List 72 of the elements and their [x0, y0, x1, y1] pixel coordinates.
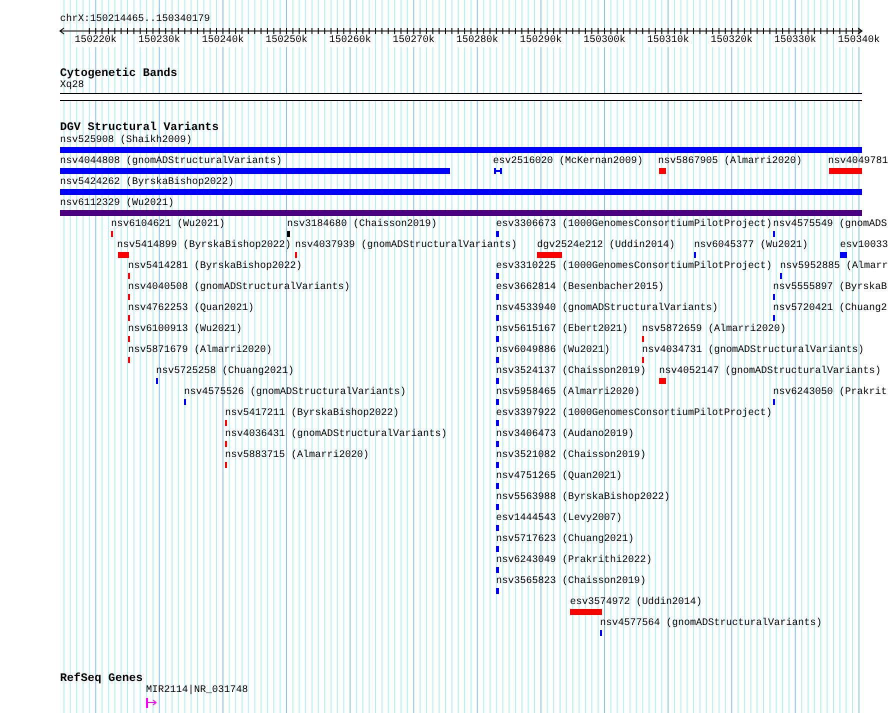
feature-label: nsv4044808 (gnomADStructuralVariants): [60, 156, 282, 168]
feature-label: esv3662814 (Besenbacher2015): [496, 282, 664, 294]
tick-label: 150220k: [74, 35, 117, 47]
feature-label: nsv5424262 (ByrskaBishop2022): [60, 177, 234, 189]
track-title: RefSeq Genes: [60, 672, 143, 686]
feature-label: nsv5952885 (Almarr: [780, 261, 888, 273]
feature-label: esv2516020 (McKernan2009): [493, 156, 644, 168]
tick-label: 150320k: [710, 35, 753, 47]
feature-label: nsv5958465 (Almarri2020): [496, 387, 640, 399]
feature-label: nsv3565823 (Chaisson2019): [496, 576, 646, 588]
feature-label: esv3574972 (Uddin2014): [570, 597, 702, 609]
feature-label: nsv4751265 (Quan2021): [496, 471, 622, 483]
feature-label: nsv6049886 (Wu2021): [496, 345, 610, 357]
tick-label: 150290k: [520, 35, 562, 47]
feature-label: nsv4037939 (gnomADStructuralVariants): [295, 240, 518, 252]
feature-bar[interactable]: [494, 168, 502, 174]
gene-feature-icon[interactable]: [146, 698, 157, 708]
tick-label: 150250k: [266, 35, 308, 47]
tick-label: 150270k: [392, 35, 435, 47]
feature-label: nsv5563988 (ByrskaBishop2022): [496, 492, 670, 504]
feature-label: nsv5555897 (ByrskaB: [773, 282, 888, 294]
feature-label: nsv6045377 (Wu2021): [694, 240, 808, 252]
feature-label: nsv3184680 (Chaisson2019): [287, 219, 438, 231]
feature-label: nsv3521082 (Chaisson2019): [496, 450, 646, 462]
feature-label: nsv5725258 (Chuang2021): [156, 366, 294, 378]
tick-label: 150310k: [647, 35, 690, 47]
tick-label: 150260k: [329, 35, 372, 47]
feature-label: nsv6100913 (Wu2021): [128, 324, 242, 336]
feature-label: nsv5872659 (Almarri2020): [642, 324, 786, 336]
feature-label: nsv4533940 (gnomADStructuralVariants): [496, 303, 718, 315]
feature-label: nsv6104621 (Wu2021): [111, 219, 226, 231]
feature-label: nsv5883715 (Almarri2020): [225, 450, 370, 462]
tick-label: 150340k: [838, 35, 880, 47]
feature-label: nsv5867905 (Almarri2020): [658, 156, 802, 168]
gene-label: MIR2114|NR_031748: [146, 685, 248, 697]
feature-label: esv3306673 (1000GenomesConsortiumPilotProject): [496, 219, 772, 231]
feature-label: esv1444543 (Levy2007): [496, 513, 622, 525]
band-label: Xq28: [60, 80, 84, 92]
feature-label: esv10033: [840, 240, 888, 252]
feature-label: nsv4575549 (gnomADS: [773, 219, 888, 231]
tick-label: 150280k: [456, 35, 498, 47]
feature-label: nsv4575526 (gnomADStructuralVariants): [184, 387, 406, 399]
feature-label: nsv6243050 (Prakrit: [773, 387, 888, 399]
tick-label: 150300k: [584, 35, 626, 47]
feature-label: esv3397922 (1000GenomesConsortiumPilotProject): [496, 408, 772, 420]
feature-label: nsv3524137 (Chaisson2019): [496, 366, 646, 378]
feature-label: nsv5871679 (Almarri2020): [128, 345, 272, 357]
feature-label: nsv5717623 (Chuang2021): [496, 534, 634, 546]
feature-label: nsv4049781: [828, 156, 888, 168]
feature-label: nsv3406473 (Audano2019): [496, 429, 634, 441]
feature-label: nsv5720421 (Chuang2: [773, 303, 888, 315]
feature-label: dgv2524e212 (Uddin2014): [537, 240, 676, 252]
feature-label: nsv5615167 (Ebert2021): [496, 324, 628, 336]
feature-label: nsv4762253 (Quan2021): [128, 303, 254, 315]
feature-label: nsv6112329 (Wu2021): [60, 198, 174, 210]
track-title: DGV Structural Variants: [60, 121, 219, 134]
feature-label: nsv5414281 (ByrskaBishop2022): [128, 261, 302, 273]
tick-label: 150330k: [774, 35, 816, 47]
feature-label: esv3310225 (1000GenomesConsortiumPilotProject): [496, 261, 772, 273]
feature-label: nsv4577564 (gnomADStructuralVariants): [600, 618, 822, 630]
feature-label: nsv5417211 (ByrskaBishop2022): [225, 408, 400, 420]
track-title: Cytogenetic Bands: [60, 67, 178, 80]
feature-label: nsv6243049 (Prakrithi2022): [496, 555, 652, 567]
feature-label: nsv5414899 (ByrskaBishop2022): [117, 240, 292, 252]
tick-label: 150240k: [202, 35, 244, 47]
feature-label: nsv4034731 (gnomADStructuralVariants): [642, 345, 864, 357]
feature-label: nsv4052147 (gnomADStructuralVariants): [659, 366, 882, 378]
feature-label: nsv4036431 (gnomADStructuralVariants): [225, 429, 448, 441]
feature-label: nsv525908 (Shaikh2009): [60, 135, 192, 147]
tick-label: 150230k: [138, 35, 180, 47]
feature-label: nsv4040508 (gnomADStructuralVariants): [128, 282, 350, 294]
location-label: chrX:150214465..150340179: [60, 14, 210, 26]
